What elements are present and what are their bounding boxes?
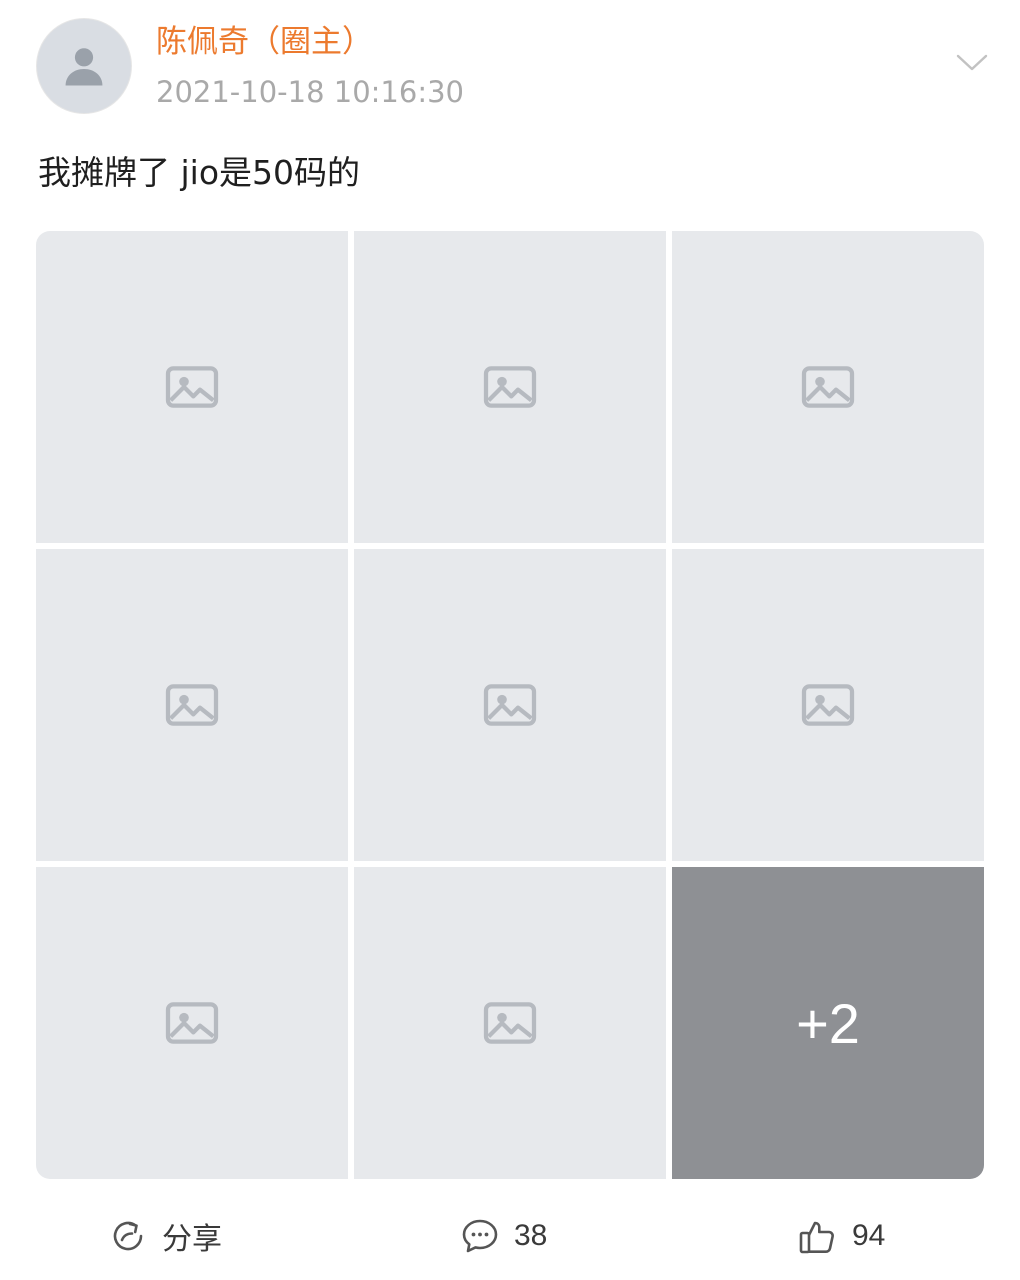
image-placeholder-icon [483, 366, 537, 408]
comment-count: 38 [514, 1219, 548, 1252]
more-photos-count: +2 [672, 867, 984, 1179]
post-timestamp: 2021-10-18 10:16:30 [156, 75, 464, 109]
comment-icon [462, 1219, 498, 1253]
comment-button[interactable]: 38 [460, 1214, 547, 1258]
action-bar: 分享 38 94 [0, 1200, 1020, 1272]
photo-2[interactable] [354, 231, 666, 543]
image-placeholder-icon [483, 1002, 537, 1044]
avatar[interactable] [36, 18, 132, 114]
post-text: 我摊牌了 jio是50码的 [38, 153, 361, 192]
image-placeholder-icon [801, 366, 855, 408]
image-placeholder-icon [165, 366, 219, 408]
photo-6[interactable] [672, 549, 984, 861]
photo-9-more[interactable]: +2 [672, 867, 984, 1179]
author-name[interactable]: 陈佩奇（圈主） [156, 22, 373, 62]
image-placeholder-icon [165, 684, 219, 726]
like-button[interactable]: 94 [798, 1214, 885, 1258]
share-button[interactable]: 分享 [108, 1214, 222, 1258]
photo-4[interactable] [36, 549, 348, 861]
image-placeholder-icon [801, 684, 855, 726]
thumbs-up-icon [799, 1221, 834, 1254]
photo-grid: +2 [36, 231, 984, 1179]
photo-8[interactable] [354, 867, 666, 1179]
image-placeholder-icon [165, 1002, 219, 1044]
photo-7[interactable] [36, 867, 348, 1179]
chevron-down-icon[interactable] [956, 50, 988, 74]
share-label: 分享 [162, 1223, 222, 1256]
share-icon [113, 1221, 143, 1251]
like-count: 94 [852, 1219, 886, 1252]
avatar-icon [65, 48, 103, 86]
post-header: 陈佩奇（圈主） 2021-10-18 10:16:30 [36, 18, 996, 118]
photo-3[interactable] [672, 231, 984, 543]
photo-1[interactable] [36, 231, 348, 543]
photo-5[interactable] [354, 549, 666, 861]
image-placeholder-icon [483, 684, 537, 726]
